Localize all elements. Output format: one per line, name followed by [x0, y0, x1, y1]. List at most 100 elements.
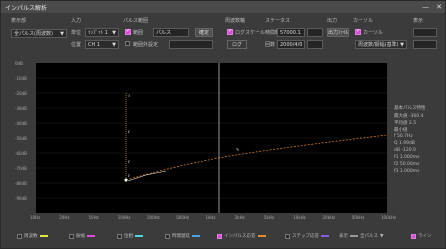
info-row: f1 1.000ms [394, 155, 420, 160]
display-group-label: 表示部 [11, 18, 27, 24]
minimize-icon[interactable]: — [422, 3, 429, 11]
x-tick-label: 50kHz [351, 215, 365, 220]
y-tick-label: -40dB [15, 121, 27, 126]
legend-swatch [192, 235, 200, 237]
limit-checkbox[interactable] [125, 41, 130, 46]
legend-checkbox [165, 233, 170, 239]
y-tick-label: -70dB [15, 166, 27, 171]
display-settings-field-2[interactable] [413, 40, 437, 49]
chevron-down-icon: ▼ [60, 31, 64, 37]
channel-select[interactable]: CH 1 ▼ [85, 40, 119, 49]
output-file-button[interactable]: 出力ﾌｧｲﾙ [327, 28, 349, 37]
confirm-button[interactable]: 確定 [195, 28, 213, 37]
legend-checkbox [17, 233, 22, 239]
close-icon[interactable]: ✕ [436, 3, 442, 11]
unit-label: 単位 [71, 30, 82, 36]
status-extra-2 [307, 40, 323, 49]
info-row: dB -120.0 [394, 148, 416, 153]
legend-item[interactable]: ライン [411, 233, 432, 239]
info-row: 平均値 2.5 [394, 121, 417, 126]
response-curve [125, 134, 388, 181]
control-panel: 表示部 全パルス(周波数) ▼ 入力 単位 ｲﾝﾌﾟｯﾄ 1 ▼ 位置 CH 1 ▼ … [9, 17, 439, 57]
plot-svg: ↆ ℓ ℓ ℓ ✎ [36, 63, 388, 213]
marker-point [124, 178, 128, 182]
cursor-label: カーソル [363, 30, 384, 36]
legend-item[interactable]: 周波数 [17, 233, 48, 239]
info-row: f3 1.000ms [394, 169, 420, 174]
limit-field[interactable] [169, 40, 213, 49]
info-row: 最小値 [394, 128, 408, 133]
pulse-field[interactable]: パルス [153, 28, 189, 37]
legend-swatch [135, 235, 143, 237]
legend-checkbox [69, 233, 74, 239]
spike-label-4: ℓ [127, 173, 130, 178]
info-row: Q 1.99dB [394, 141, 415, 146]
legend-item[interactable]: 位相 [117, 233, 143, 239]
display-settings-label: 表示 [413, 18, 424, 24]
line-checkbox [411, 233, 416, 239]
legend-swatch [87, 235, 95, 237]
x-tick-label: 500Hz [176, 215, 189, 220]
y-tick-label: -80dB [15, 181, 27, 186]
x-tick-label: 2kHz [234, 215, 245, 220]
title-bar: インパルス解析 — ✕ [1, 1, 445, 13]
display-settings-field-1[interactable] [413, 28, 437, 37]
log-scale-label: ログスケール [235, 30, 266, 36]
cursor-mode-select[interactable]: 周波数/振幅(基準) ▼ [355, 40, 407, 49]
output-group-label: 出力 [327, 18, 338, 24]
legend-checkbox [285, 233, 290, 239]
legend-swatch [257, 235, 266, 237]
log-button[interactable]: ログ [227, 40, 247, 49]
cursor-checkbox[interactable] [355, 28, 361, 35]
chevron-down-icon: ▼ [112, 30, 116, 36]
impulse-analysis-window: インパルス解析 — ✕ 表示部 全パルス(周波数) ▼ 入力 単位 ｲﾝﾌﾟｯﾄ … [0, 0, 446, 249]
y-tick-label: -50dB [15, 136, 27, 141]
pulse-range-group-label: パルス範囲 [123, 18, 149, 24]
x-tick-label: 20Hz [59, 215, 70, 220]
input-group-label: 入力 [71, 18, 82, 24]
chevron-down-icon: ▼ [400, 42, 404, 48]
x-tick-label: 100kHz [381, 215, 397, 220]
count-label: 回数 [265, 42, 276, 48]
info-header: 基本パルス特性 [394, 106, 426, 111]
legend-bar: 周波数 振幅 位相 時間遅延 インパルス応答 ステップ応答 表示 全パルス ▼ ライ… [17, 233, 437, 242]
info-row: 最大値 -360.4 [394, 114, 424, 119]
legend-checkbox [217, 233, 222, 239]
legend-swatch [39, 235, 48, 237]
legend-item[interactable]: インパルス応答 [217, 233, 266, 239]
x-tick-label: 10Hz [30, 215, 41, 220]
legend-item[interactable]: 時間遅延 [165, 233, 200, 239]
time-axis-value: 57000.1 [277, 28, 305, 37]
x-tick-label: 100Hz [117, 215, 131, 220]
legend-checkbox [117, 233, 122, 239]
range-checkbox[interactable] [125, 28, 131, 35]
info-row: f2 50.00ms [394, 162, 420, 167]
x-tick-label: 50Hz [88, 215, 99, 220]
legend-item[interactable]: ステップ応答 [285, 233, 329, 239]
unit-select[interactable]: ｲﾝﾌﾟｯﾄ 1 ▼ [85, 28, 119, 37]
chevron-down-icon: ▼ [112, 42, 116, 48]
log-scale-checkbox[interactable] [227, 28, 233, 35]
x-tick-label: 5kHz [264, 215, 274, 220]
display-mode-select[interactable]: 全パルス(周波数) ▼ [11, 29, 67, 38]
x-tick-label: 200Hz [147, 215, 160, 220]
response-curve-peak [127, 170, 167, 182]
spike-label-2: ℓ [127, 129, 130, 134]
info-row: f 50.7Hz [394, 134, 413, 139]
y-tick-label: 0dB [15, 61, 23, 66]
response-plot[interactable]: ↆ ℓ ℓ ℓ ✎ [36, 63, 388, 213]
status-extra-1 [307, 28, 323, 37]
y-tick-label: -90dB [15, 196, 27, 201]
position-label: 位置 [71, 42, 82, 48]
x-tick-label: 10kHz [293, 215, 306, 220]
y-tick-label: -20dB [15, 91, 27, 96]
y-tick-label: -60dB [15, 151, 27, 156]
legend-item[interactable]: 表示 全パルス ▼ [339, 233, 383, 240]
legend-swatch [321, 235, 329, 237]
frequency-axis-group-label: 周波数軸 [225, 18, 246, 24]
legend-item[interactable]: 振幅 [69, 233, 95, 239]
count-value: 2000/4/0 [277, 40, 305, 49]
range-label: 範囲 [133, 30, 144, 36]
window-title: インパルス解析 [5, 4, 48, 12]
y-tick-label: -30dB [15, 106, 27, 111]
